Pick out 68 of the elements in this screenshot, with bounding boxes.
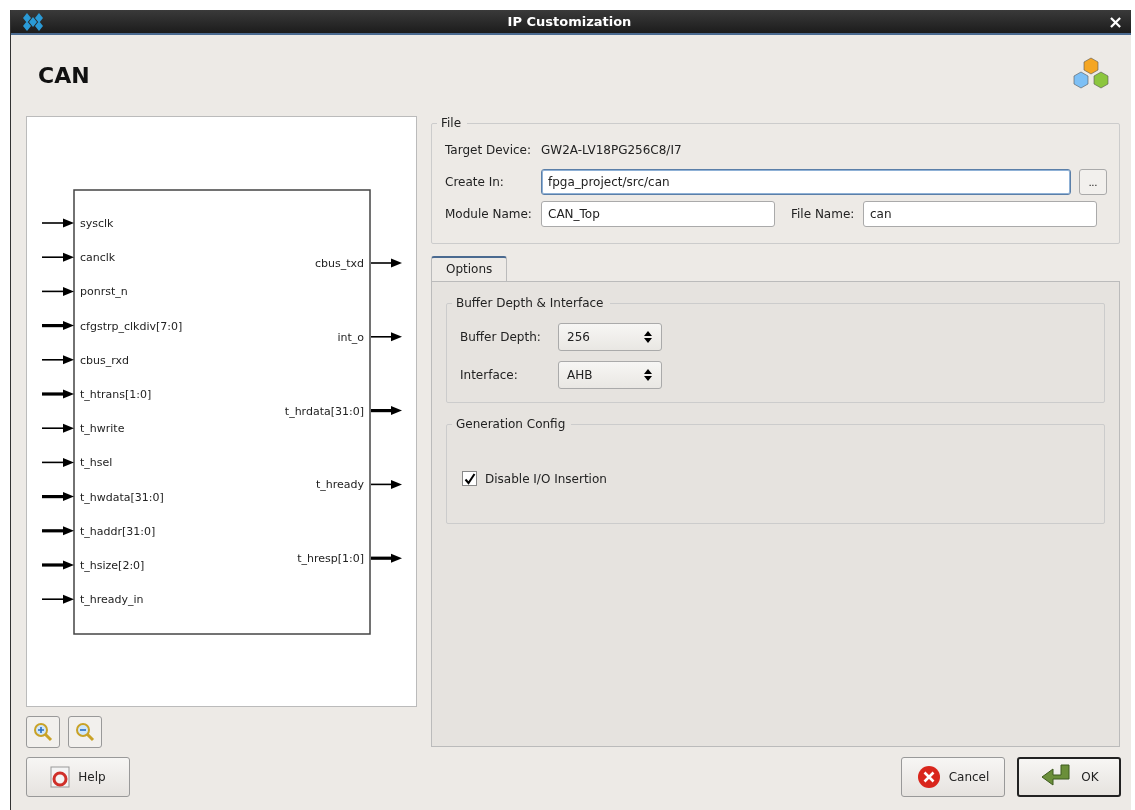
input-arrow [41, 252, 74, 262]
port-label: t_haddr[31:0] [80, 524, 156, 538]
output-arrow [370, 258, 402, 268]
input-arrow [41, 218, 74, 228]
zoom-out-button[interactable] [68, 716, 102, 748]
field-label: Create In: [445, 175, 505, 189]
output-arrow [371, 406, 402, 416]
field-label: File Name: [791, 207, 856, 221]
diamond-logo-icon [21, 11, 45, 32]
ip-title: CAN [38, 63, 90, 88]
cancel-button[interactable]: Cancel [901, 757, 1005, 797]
port-label: t_hrdata[31:0] [284, 404, 364, 418]
browse-button[interactable]: ... [1079, 169, 1107, 195]
port-label: t_htrans[1:0] [80, 388, 152, 401]
field-label: Buffer Depth: [460, 330, 542, 344]
zoom-in-button[interactable] [26, 716, 60, 748]
buffer-depth-spinner[interactable]: 256 [558, 323, 662, 351]
input-arrow [41, 457, 74, 467]
port-label: cfgstrp_clkdiv[7:0] [80, 319, 183, 333]
group-title: Generation Config [455, 417, 567, 431]
port-label: t_hwrite [80, 422, 125, 436]
port-label: t_hsel [80, 456, 113, 470]
port-label: t_hwdata[31:0] [80, 490, 164, 504]
window-title: IP Customization [507, 14, 632, 29]
port-label: t_hready_in [80, 593, 144, 607]
port-label: t_hsize[2:0] [80, 559, 145, 572]
input-arrow [42, 492, 74, 502]
zoom-out-icon [75, 722, 95, 742]
file-name-field[interactable]: can [863, 201, 1097, 227]
field-label: Module Name: [445, 207, 533, 221]
input-arrow [41, 423, 74, 433]
spin-arrows-icon [643, 330, 653, 344]
checkbox-label: Disable I/O Insertion [485, 471, 607, 486]
field-label: Target Device: [445, 143, 533, 157]
target-device-value: GW2A-LV18PG256C8/I7 [541, 143, 682, 157]
output-arrow [370, 479, 402, 489]
port-label: sysclk [80, 217, 114, 230]
port-label: int_o [337, 330, 364, 344]
input-arrow [42, 560, 74, 570]
module-name-field[interactable]: CAN_Top [541, 201, 775, 227]
input-arrow [41, 286, 74, 296]
output-arrow [370, 332, 402, 342]
input-arrow [42, 389, 74, 399]
close-button[interactable]: × [1107, 12, 1123, 31]
help-button[interactable]: Help [26, 757, 130, 797]
spin-arrows-icon [643, 368, 653, 382]
checkbox[interactable] [462, 471, 477, 486]
input-arrow [42, 526, 74, 536]
port-label: cbus_rxd [80, 353, 129, 367]
cancel-icon [916, 765, 941, 789]
input-arrow [42, 321, 74, 331]
input-arrow [41, 594, 74, 604]
interface-spinner[interactable]: AHB [558, 361, 662, 389]
group-title: File [440, 116, 463, 130]
port-label: ponrst_n [80, 285, 128, 299]
port-label: canclk [80, 251, 116, 265]
create-in-field[interactable]: fpga_project/src/can [541, 169, 1071, 195]
tab[interactable]: Options [431, 256, 508, 281]
input-arrow [41, 355, 74, 365]
port-label: cbus_txd [314, 257, 364, 270]
zoom-in-icon [33, 722, 53, 742]
output-arrow [371, 553, 402, 563]
port-label: t_hready [315, 478, 364, 492]
lifebuoy-icon [50, 766, 71, 788]
group-title: Buffer Depth & Interface [455, 296, 605, 310]
ok-button[interactable]: OK [1017, 757, 1121, 797]
port-label: t_hresp[1:0] [297, 552, 364, 566]
field-label: Interface: [460, 368, 519, 382]
